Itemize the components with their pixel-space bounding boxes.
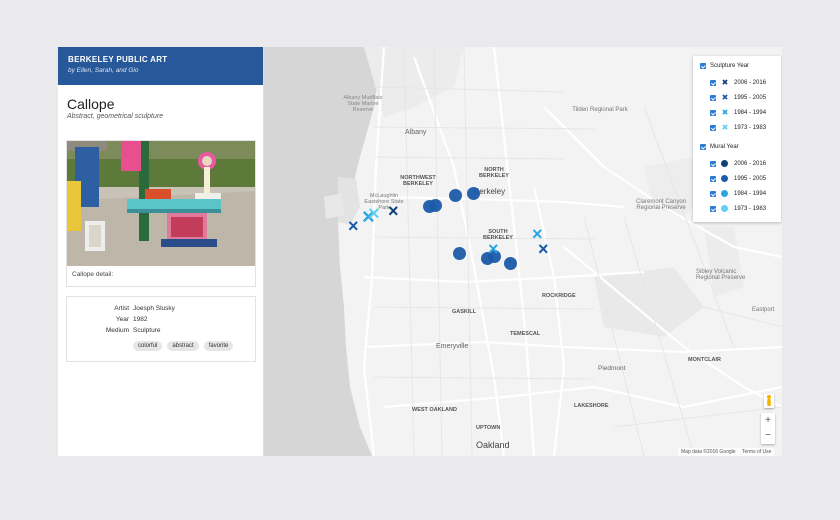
meta-value: Sculpture — [133, 327, 161, 334]
dot-marker-icon — [721, 175, 728, 182]
x-marker-icon: ✖ — [721, 123, 729, 132]
map-label-emeryville: Emeryville — [436, 343, 469, 350]
mural-marker[interactable] — [504, 257, 517, 270]
legend-panel: Sculpture Year ✖ 2006 - 2016 ✖ 1995 - 20… — [693, 56, 781, 222]
tag-favorite[interactable]: favorite — [203, 341, 234, 351]
legend-item[interactable]: 1984 - 1994 — [710, 190, 766, 198]
map-label-west-oakland: WEST OAKLAND — [412, 407, 457, 413]
dot-marker-icon — [721, 160, 728, 167]
map-label-rockridge: ROCKRIDGE — [542, 293, 576, 299]
mural-marker[interactable] — [453, 247, 466, 260]
legend-item-label: 1995 - 2005 — [734, 95, 767, 101]
legend-item-label: 1973 - 1983 — [734, 206, 767, 212]
meta-row-medium: Medium Sculpture — [67, 327, 255, 337]
brand-subtitle: by Ellen, Sarah, and Gio — [68, 67, 139, 74]
sculpture-marker[interactable]: × — [388, 202, 399, 220]
legend-item[interactable]: ✖ 2006 - 2016 — [710, 79, 766, 87]
x-marker-icon: ✖ — [721, 78, 729, 87]
map-label-piedmont: Piedmont — [598, 365, 626, 372]
legend-item-label: 1995 - 2005 — [734, 176, 767, 182]
sculpture-marker[interactable]: × — [348, 217, 359, 235]
legend-item[interactable]: ✖ 1973 - 1983 — [710, 124, 766, 132]
legend-item[interactable]: ✖ 1984 - 1994 — [710, 109, 766, 117]
zoom-control: + − — [761, 413, 775, 444]
photo-card: Callope detail: — [66, 140, 256, 287]
sculpture-marker[interactable]: × — [488, 240, 499, 258]
legend-item-label: 2006 - 2016 — [734, 161, 767, 167]
artwork-subtitle: Abstract, geometrical sculpture — [67, 113, 164, 120]
legend-heading: Mural Year — [710, 144, 739, 150]
x-marker-icon: ✖ — [721, 93, 729, 102]
legend-item[interactable]: 1995 - 2005 — [710, 175, 766, 183]
pegman-icon[interactable] — [764, 394, 774, 408]
checkbox-icon[interactable] — [710, 176, 716, 182]
meta-value: 1982 — [133, 316, 148, 323]
map-label-north-berkeley: NORTH BERKELEY — [479, 167, 509, 179]
app-window: BERKELEY PUBLIC ART by Ellen, Sarah, and… — [58, 47, 782, 456]
checkbox-icon[interactable] — [710, 161, 716, 167]
checkbox-icon[interactable] — [710, 80, 716, 86]
legend-item-label: 1973 - 1983 — [734, 125, 767, 131]
map-label-uptown: UPTOWN — [476, 425, 501, 431]
legend-item-label: 1984 - 1994 — [734, 191, 767, 197]
tag-colorful[interactable]: colorful — [133, 341, 163, 351]
mural-marker[interactable] — [467, 187, 480, 200]
map-data-credit: Map data ©2016 Google — [681, 449, 736, 455]
tag-abstract[interactable]: abstract — [167, 341, 199, 351]
photo-caption: Callope detail: — [72, 271, 114, 278]
checkbox-icon[interactable] — [710, 125, 716, 131]
terms-of-use-link[interactable]: Terms of Use — [742, 449, 771, 455]
meta-label: Artist — [114, 305, 129, 312]
map-label-montclair: MONTCLAIR — [688, 357, 721, 363]
map-label-gaskill: GASKILL — [452, 309, 477, 315]
checkbox-icon[interactable] — [700, 63, 706, 69]
sidebar: BERKELEY PUBLIC ART by Ellen, Sarah, and… — [58, 47, 264, 456]
legend-group-sculpture[interactable]: Sculpture Year — [700, 62, 749, 70]
artwork-title: Callope — [67, 96, 115, 112]
meta-label: Medium — [105, 327, 129, 334]
meta-row-year: Year 1982 — [67, 316, 255, 326]
map-label-tilden: Tilden Regional Park — [572, 107, 628, 113]
legend-group-mural[interactable]: Mural Year — [700, 143, 739, 151]
checkbox-icon[interactable] — [710, 110, 716, 116]
artwork-photo[interactable] — [67, 141, 255, 266]
zoom-out-button[interactable]: − — [761, 428, 775, 443]
meta-card: Artist Joesph Slusky Year 1982 Medium Sc… — [66, 296, 256, 362]
legend-item[interactable]: ✖ 1995 - 2005 — [710, 94, 766, 102]
dot-marker-icon — [721, 190, 728, 197]
checkbox-icon[interactable] — [710, 191, 716, 197]
checkbox-icon[interactable] — [700, 144, 706, 150]
brand-title: BERKELEY PUBLIC ART — [68, 55, 168, 64]
map-label-lakeshore: LAKESHORE — [574, 403, 609, 409]
map-label-claremont: Claremont Canyon Regional Preserve — [635, 199, 687, 211]
checkbox-icon[interactable] — [710, 95, 716, 101]
map-label-eastport: Eastport — [752, 307, 775, 313]
legend-item-label: 2006 - 2016 — [734, 80, 767, 86]
legend-item[interactable]: 1973 - 1983 — [710, 205, 766, 213]
map-label-temescal: TEMESCAL — [510, 331, 541, 337]
map-label-albany: Albany — [405, 129, 427, 136]
sculpture-marker[interactable]: × — [368, 204, 380, 224]
dot-marker-icon — [721, 205, 728, 212]
mural-marker[interactable] — [429, 199, 442, 212]
sculpture-marker[interactable]: × — [538, 240, 549, 258]
tag-list: colorful abstract favorite — [133, 341, 234, 351]
legend-item-label: 1984 - 1994 — [734, 110, 767, 116]
map-label-oakland: Oakland — [476, 440, 510, 450]
meta-row-artist: Artist Joesph Slusky — [67, 305, 255, 315]
brand-header: BERKELEY PUBLIC ART by Ellen, Sarah, and… — [58, 47, 263, 85]
map-label-sibley: Sibley Volcanic Regional Preserve — [696, 269, 746, 281]
legend-item[interactable]: 2006 - 2016 — [710, 160, 766, 168]
map-attribution: Map data ©2016 Google Terms of Use — [678, 448, 775, 456]
x-marker-icon: ✖ — [721, 108, 729, 117]
mural-marker[interactable] — [449, 189, 462, 202]
map-label-albany-mudflats: Albany Mudflats State Marine Reserve — [343, 95, 383, 113]
map-label-northwest-berkeley: NORTHWEST BERKELEY — [400, 175, 436, 187]
meta-value: Joesph Slusky — [133, 305, 175, 312]
zoom-in-button[interactable]: + — [761, 413, 775, 428]
legend-heading: Sculpture Year — [710, 63, 750, 69]
meta-label: Year — [115, 316, 129, 323]
checkbox-icon[interactable] — [710, 206, 716, 212]
